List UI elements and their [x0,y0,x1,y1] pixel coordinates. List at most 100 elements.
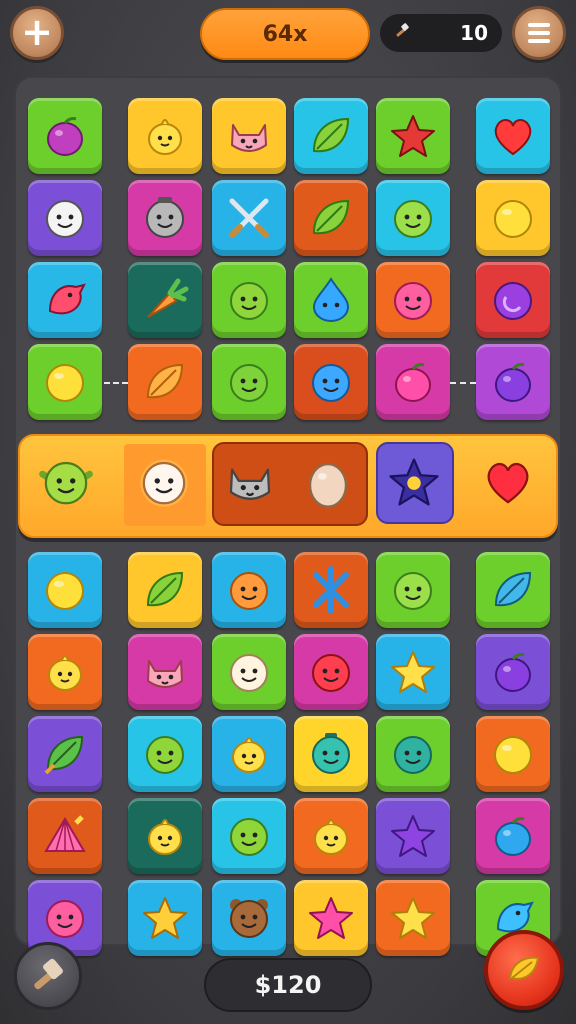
tile-r1-c1[interactable] [28,98,102,174]
tile-r6-c1[interactable] [28,634,102,710]
strip-item-6[interactable] [476,450,540,514]
tile-r5-c1[interactable] [28,552,102,628]
tile-r9-c5[interactable] [376,880,450,956]
pink-star-icon [309,897,353,939]
tile-r6-c6[interactable] [476,634,550,710]
blue-leaf-icon [494,571,532,607]
yellow-star-burst-icon [143,897,187,939]
purple-plum-icon [495,363,531,402]
tile-r7-c4[interactable] [294,716,368,792]
strip-item-3[interactable] [218,450,282,514]
green-face-icon [230,818,268,856]
blue-drop-face-icon [312,277,350,322]
tile-r7-c5[interactable] [376,716,450,792]
strip-item-2[interactable] [132,450,196,514]
tile-r1-c5[interactable] [376,98,450,174]
tile-r4-c6[interactable] [476,344,550,420]
match-line-right [450,382,476,384]
white-hamster-face-icon [230,654,268,692]
green-monster-face-icon [394,200,432,238]
green-alien-face-icon [230,364,268,402]
grey-cat-face-icon [229,468,271,500]
tile-r2-c4[interactable] [294,180,368,256]
menu-button[interactable] [512,6,566,60]
tile-r7-c1[interactable] [28,716,102,792]
tile-r3-c1[interactable] [28,262,102,338]
tile-r3-c3[interactable] [212,262,286,338]
strip-item-5[interactable] [382,450,446,514]
tile-r5-c6[interactable] [476,552,550,628]
blue-fish-face-icon [312,364,350,402]
tile-r3-c5[interactable] [376,262,450,338]
tile-r7-c3[interactable] [212,716,286,792]
tile-r8-c5[interactable] [376,798,450,874]
tile-r2-c1[interactable] [28,180,102,256]
tile-r2-c3[interactable] [212,180,286,256]
tile-r8-c4[interactable] [294,798,368,874]
tile-r6-c3[interactable] [212,634,286,710]
tile-r8-c3[interactable] [212,798,286,874]
orange-leaf-icon [146,363,184,399]
tile-r4-c1[interactable] [28,344,102,420]
tile-r1-c2[interactable] [128,98,202,174]
score-value: 64x [262,21,308,47]
pink-blob-face-icon [394,282,432,320]
tile-r1-c4[interactable] [294,98,368,174]
tile-r5-c2[interactable] [128,552,202,628]
tile-r9-c3[interactable] [212,880,286,956]
match-line-left [104,382,128,384]
hammer-button[interactable] [14,942,82,1010]
tile-r3-c4[interactable] [294,262,368,338]
tile-r5-c5[interactable] [376,552,450,628]
tile-r9-c2[interactable] [128,880,202,956]
blue-x-star-icon [313,566,349,614]
tile-r5-c4[interactable] [294,552,368,628]
tile-r2-c5[interactable] [376,180,450,256]
green-leaf-icon [146,571,184,607]
tile-r7-c6[interactable] [476,716,550,792]
green-frog-face-icon [146,736,184,774]
plus-icon: + [21,9,53,54]
strip-item-4[interactable] [296,450,360,514]
teal-ball-face-icon [394,736,432,774]
tile-r4-c5[interactable] [376,344,450,420]
tile-r4-c3[interactable] [212,344,286,420]
yellow-chick-icon [314,819,348,855]
tile-r8-c1[interactable] [28,798,102,874]
tile-r3-c6[interactable] [476,262,550,338]
green-goblin-face-icon [39,461,93,505]
pink-shell-icon [44,815,86,852]
tile-r3-c2[interactable] [128,262,202,338]
tile-r6-c2[interactable] [128,634,202,710]
yellow-ball-icon [46,364,84,402]
tile-r6-c4[interactable] [294,634,368,710]
yellow-star-icon [391,897,435,939]
tile-r8-c6[interactable] [476,798,550,874]
moves-value: 10 [460,21,488,45]
chick-face-icon [148,119,182,155]
tile-r8-c2[interactable] [128,798,202,874]
plum-icon [47,117,83,156]
grey-robot-face-icon [146,197,184,238]
moves-counter: 10 [380,14,502,52]
red-bird-icon [48,283,86,315]
tile-r9-c4[interactable] [294,880,368,956]
tile-r4-c4[interactable] [294,344,368,420]
boost-button[interactable] [484,930,564,1010]
pink-cat-face-icon [147,660,183,688]
heart-icon [494,118,532,156]
tile-r2-c2[interactable] [128,180,202,256]
tile-r7-c2[interactable] [128,716,202,792]
tile-r6-c5[interactable] [376,634,450,710]
tile-r2-c6[interactable] [476,180,550,256]
orange-carrot-icon [147,278,189,318]
score-display: 64x [200,8,370,60]
strip-item-1[interactable] [34,450,98,514]
white-sun-face-icon [140,459,188,507]
yellow-ball-icon [494,736,532,774]
tile-r1-c6[interactable] [476,98,550,174]
tile-r5-c3[interactable] [212,552,286,628]
tile-r4-c2[interactable] [128,344,202,420]
add-button[interactable]: + [10,6,64,60]
tile-r1-c3[interactable] [212,98,286,174]
